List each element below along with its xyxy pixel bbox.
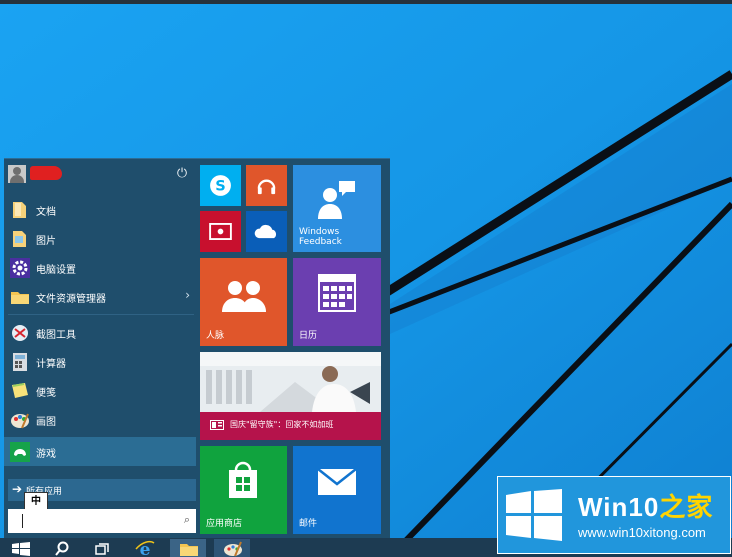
arrow-right-icon: ➔ <box>12 482 23 496</box>
user-avatar-icon <box>8 165 26 183</box>
start-item-games[interactable]: 游戏 <box>4 437 196 466</box>
tile-windows-feedback[interactable]: Windows Feedback <box>293 165 381 252</box>
paint-icon <box>224 541 242 557</box>
snipping-tool-icon <box>12 325 28 341</box>
svg-text:S: S <box>215 178 226 195</box>
news-headline: 国庆"留守族"：回家不如加班 <box>230 420 334 429</box>
start-item-file-explorer[interactable]: 文件资源管理器 › <box>4 282 196 311</box>
video-icon <box>209 223 232 240</box>
tile-news[interactable]: 国庆"留守族"：回家不如加班 <box>200 352 381 440</box>
tile-store[interactable]: 应用商店 <box>200 446 287 534</box>
file-explorer-icon <box>11 292 29 304</box>
start-item-label: 电脑设置 <box>36 265 76 276</box>
start-button[interactable] <box>4 539 40 557</box>
headphones-icon <box>257 179 276 195</box>
start-item-pc-settings[interactable]: 电脑设置 <box>4 253 196 282</box>
news-photo <box>200 352 381 412</box>
tile-mail[interactable]: 邮件 <box>293 446 381 534</box>
start-item-label: 文件资源管理器 <box>36 294 106 305</box>
taskbar-internet-explorer[interactable]: e <box>126 539 162 557</box>
task-view-icon <box>95 543 109 555</box>
start-item-documents[interactable]: 文档 <box>4 195 196 224</box>
taskbar-task-view[interactable] <box>84 539 120 557</box>
text-cursor <box>22 514 23 528</box>
start-item-label: 游戏 <box>36 449 56 460</box>
tile-video[interactable] <box>200 211 241 252</box>
tile-label: 人脉 <box>206 331 225 341</box>
brand-prefix: Win10 <box>578 492 660 522</box>
tile-people[interactable]: 人脉 <box>200 258 287 346</box>
watermark-brand: Win10之家 <box>578 487 713 524</box>
start-item-label: 截图工具 <box>36 330 76 341</box>
tile-calendar[interactable]: 日历 <box>293 258 381 346</box>
store-icon <box>229 461 257 498</box>
start-item-label: 画图 <box>36 417 56 428</box>
tile-label: 应用商店 <box>206 519 243 529</box>
start-item-snipping-tool[interactable]: 截图工具 <box>4 318 196 347</box>
watermark-badge: Win10之家 www.win10xitong.com <box>497 476 731 554</box>
internet-explorer-icon: e <box>135 540 155 557</box>
cloud-icon <box>254 224 277 239</box>
documents-folder-icon <box>13 202 26 218</box>
start-item-pictures[interactable]: 图片 <box>4 224 196 253</box>
start-item-label: 便笺 <box>36 388 56 399</box>
taskbar-file-explorer[interactable] <box>170 539 206 557</box>
pictures-folder-icon <box>13 231 26 247</box>
start-item-label: 计算器 <box>36 359 66 370</box>
windows-logo-icon <box>506 489 562 541</box>
power-icon[interactable]: ⏻ <box>174 165 190 183</box>
tile-label: 邮件 <box>299 519 318 529</box>
start-search-input[interactable]: ⌕ <box>8 509 196 533</box>
search-icon[interactable]: ⌕ <box>184 513 190 527</box>
calendar-icon <box>318 274 356 312</box>
mail-icon <box>317 468 357 495</box>
start-button-icon <box>12 542 30 556</box>
start-item-sticky-notes[interactable]: 便笺 <box>4 376 196 405</box>
skype-icon: S <box>210 175 231 196</box>
feedback-icon <box>318 181 355 219</box>
chevron-right-icon[interactable]: › <box>185 288 190 302</box>
people-icon <box>222 281 266 312</box>
start-item-calculator[interactable]: 计算器 <box>4 347 196 376</box>
games-icon <box>10 442 30 462</box>
tile-label: Windows Feedback <box>299 227 342 247</box>
start-tiles: S Windows Feedback 人脉 日历 国庆"留守族"：回家不如加班 … <box>200 165 386 539</box>
tile-onedrive[interactable] <box>246 211 287 252</box>
user-name-redacted <box>30 166 62 180</box>
calculator-icon <box>13 353 27 371</box>
start-menu: ⏻ 文档 图片 电脑设置 文件资源管理器 › 截图工具 计算器 便笺 画图 游戏… <box>4 158 390 539</box>
taskbar-paint[interactable] <box>214 539 250 557</box>
search-icon <box>55 541 69 556</box>
paint-icon <box>11 413 29 429</box>
start-left-pane: ⏻ 文档 图片 电脑设置 文件资源管理器 › 截图工具 计算器 便笺 画图 游戏… <box>4 159 196 539</box>
tile-music[interactable] <box>246 165 287 206</box>
taskbar-search[interactable] <box>44 539 80 557</box>
user-account-row[interactable]: ⏻ <box>4 159 196 189</box>
start-item-paint[interactable]: 画图 <box>4 405 196 434</box>
brand-suffix: 之家 <box>659 492 714 522</box>
start-item-label: 文档 <box>36 207 56 218</box>
tile-skype[interactable]: S <box>200 165 241 206</box>
watermark-url: www.win10xitong.com <box>578 525 706 540</box>
divider <box>8 314 194 315</box>
sticky-notes-icon <box>12 383 28 398</box>
file-explorer-icon <box>180 544 198 556</box>
news-icon <box>210 420 224 430</box>
start-item-label: 图片 <box>36 236 56 247</box>
settings-gear-icon <box>10 258 30 278</box>
tile-label: 日历 <box>299 331 318 341</box>
